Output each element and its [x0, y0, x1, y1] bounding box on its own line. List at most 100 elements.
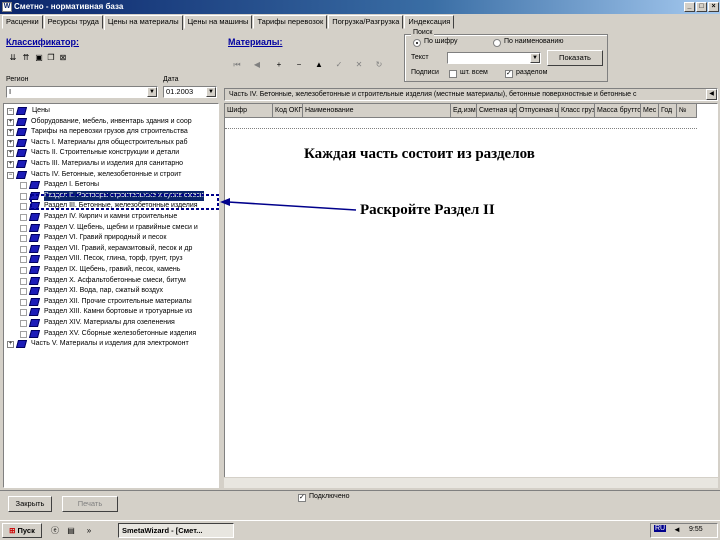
tree-section-node[interactable]: Раздел XIV. Материалы для озеленения — [4, 318, 218, 329]
copy-icon[interactable]: ❐ — [46, 53, 56, 63]
remove-icon[interactable]: − — [294, 60, 304, 70]
task-smetawizard[interactable]: SmetaWizard - [Смет... — [118, 523, 234, 538]
find-button[interactable]: Показать — [547, 50, 603, 66]
tab-material-prices[interactable]: Цены на материалы — [103, 15, 183, 30]
grid-column-header[interactable]: Шифр — [225, 104, 273, 118]
book-icon — [28, 318, 41, 327]
start-button[interactable]: ⊞ Пуск — [2, 523, 42, 538]
volume-icon[interactable]: ◄ — [673, 525, 681, 534]
tree-node-label: Часть II. Строительные конструкции и дет… — [31, 149, 180, 157]
window-title: Сметно - нормативная база — [14, 2, 124, 11]
search-group: Поиск По шифру По наименованию Текст ▼ П… — [404, 29, 608, 82]
tree-section-node[interactable]: Раздел XV. Сборные железобетонные издели… — [4, 329, 218, 340]
expand-icon[interactable]: + — [7, 160, 14, 168]
book-icon — [15, 107, 28, 115]
print-icon[interactable]: ▣ — [34, 53, 44, 63]
tab-machine-prices[interactable]: Цены на машины — [183, 15, 253, 29]
grid-column-header[interactable]: Мес — [641, 104, 659, 118]
grid-column-header[interactable]: Класс груза — [559, 104, 595, 118]
more-icon[interactable]: » — [84, 526, 94, 536]
grid-column-header[interactable]: Масса брутто — [595, 104, 641, 118]
chevron-down-icon[interactable]: ▼ — [147, 87, 157, 97]
tree-section-node[interactable]: Раздел VI. Гравий природный и песок — [4, 233, 218, 244]
expand-all-icon[interactable]: ⇊ — [8, 53, 18, 63]
date-combo[interactable]: 01.2003 ▼ — [163, 86, 217, 98]
desktop-icon[interactable]: ▤ — [66, 526, 76, 536]
refresh-icon[interactable]: ↻ — [374, 60, 384, 70]
close-button[interactable]: × — [708, 2, 719, 12]
print-button[interactable]: Печать — [62, 496, 118, 512]
grid-column-header[interactable]: № — [677, 104, 697, 118]
check-icon[interactable]: ✓ — [334, 60, 344, 70]
connected-checkbox[interactable]: ✓ — [298, 494, 306, 502]
minimize-button[interactable]: _ — [684, 2, 695, 12]
check-section[interactable]: ✓ — [505, 70, 513, 78]
tree-part-node[interactable]: − Часть IV. Бетонные, железобетонные и ст… — [4, 170, 218, 181]
up-icon[interactable]: ▲ — [314, 60, 324, 70]
tree-section-node[interactable]: Раздел I. Бетоны — [4, 180, 218, 191]
tab-rates[interactable]: Расценки — [2, 15, 43, 29]
radio-code[interactable] — [413, 39, 421, 47]
collapse-icon[interactable]: − — [7, 171, 14, 179]
tree-part-node[interactable]: + Часть I. Материалы для общестроительных… — [4, 138, 218, 149]
tree-section-node[interactable]: Раздел II. Растворы строительные и сухие… — [4, 190, 218, 202]
chevron-down-icon[interactable]: ▼ — [530, 53, 540, 63]
tree-part-node[interactable]: + Часть II. Строительные конструкции и де… — [4, 148, 218, 159]
search-text-combo[interactable]: ▼ — [447, 52, 541, 64]
expand-icon[interactable]: + — [7, 129, 14, 137]
grid-column-header[interactable]: Отпускная цена — [517, 104, 559, 118]
add-icon[interactable]: + — [274, 60, 284, 70]
grid-column-header[interactable]: Код ОКП — [273, 104, 303, 118]
grid-column-header[interactable]: Наименование — [303, 104, 451, 118]
leaf-box-icon — [20, 309, 27, 317]
scroll-left-icon[interactable]: ◀ — [706, 89, 717, 100]
leaf-box-icon — [20, 203, 27, 211]
expand-icon[interactable]: + — [7, 139, 14, 147]
grid-column-header[interactable]: Ед.изм — [451, 104, 477, 118]
tab-transport[interactable]: Тарифы перевозок — [253, 15, 328, 29]
cancel-icon[interactable]: ✕ — [354, 60, 364, 70]
tab-labor[interactable]: Ресурсы труда — [43, 15, 103, 29]
tree-root[interactable]: − Цены — [4, 106, 218, 117]
classifier-tree[interactable]: − Цены + Оборудование, мебель, инвентарь … — [3, 103, 219, 488]
lang-indicator[interactable]: RU — [654, 525, 667, 532]
tree-section-node[interactable]: Раздел XIII. Камни бортовые и тротуарные… — [4, 307, 218, 318]
first-icon[interactable]: ⏮ — [232, 60, 242, 70]
close-form-button[interactable]: Закрыть — [8, 496, 52, 512]
grid-column-header[interactable]: Сметная цена — [477, 104, 517, 118]
tree-section-node[interactable]: Раздел VII. Гравий, керамзитовый, песок … — [4, 244, 218, 255]
expand-icon[interactable]: + — [7, 150, 14, 158]
tab-loading[interactable]: Погрузка/Разгрузка — [328, 15, 404, 29]
collapse-icon[interactable]: − — [7, 108, 14, 115]
tree-section-node[interactable]: Раздел VIII. Песок, глина, торф, грунт, … — [4, 254, 218, 265]
tree-section-node[interactable]: Раздел X. Асфальтобетонные смеси, битум — [4, 276, 218, 287]
leaf-box-icon — [20, 330, 27, 338]
tree-part-node[interactable]: + Тарифы на перевозки грузов для строител… — [4, 127, 218, 138]
horizontal-scrollbar[interactable] — [224, 477, 718, 488]
tree-part-node[interactable]: + Часть III. Материалы и изделия для сани… — [4, 159, 218, 170]
radio-name[interactable] — [493, 39, 501, 47]
tree-section-node[interactable]: Раздел IV. Кирпич и камни строительные — [4, 212, 218, 223]
classifier-toolbar: ⇊ ⇈ ▣ ❐ ⊠ — [8, 53, 68, 65]
tree-part-node[interactable]: + Оборудование, мебель, инвентарь здания … — [4, 117, 218, 128]
grid-column-header[interactable]: Год — [659, 104, 677, 118]
tree-section-node[interactable]: Раздел III. Бетонные, железобетонные изд… — [4, 201, 218, 212]
region-combo[interactable]: I ▼ — [6, 86, 158, 98]
collapse-all-icon[interactable]: ⇈ — [21, 53, 31, 63]
expand-icon[interactable]: + — [7, 341, 14, 349]
ie-icon[interactable]: ⓔ — [50, 526, 60, 536]
check-all[interactable] — [449, 70, 457, 78]
maximize-button[interactable]: □ — [696, 2, 707, 12]
tree-section-node[interactable]: Раздел XI. Вода, пар, сжатый воздух — [4, 286, 218, 297]
tree-section-node[interactable]: Раздел V. Щебень, щебни и гравийные смес… — [4, 223, 218, 234]
tree-section-node[interactable]: Раздел XII. Прочие строительные материал… — [4, 297, 218, 308]
app-icon: W — [2, 2, 12, 12]
expand-icon[interactable]: + — [7, 118, 14, 126]
tab-indexation[interactable]: Индексация — [404, 15, 455, 29]
chevron-down-icon[interactable]: ▼ — [206, 87, 216, 97]
tree-part-node[interactable]: + Часть V. Материалы и изделия для электр… — [4, 339, 218, 350]
delete-icon[interactable]: ⊠ — [58, 53, 68, 63]
tree-section-node[interactable]: Раздел IX. Щебень, гравий, песок, камень — [4, 265, 218, 276]
prev-icon[interactable]: ◀ — [252, 60, 262, 70]
grid-empty-row[interactable] — [225, 118, 697, 129]
